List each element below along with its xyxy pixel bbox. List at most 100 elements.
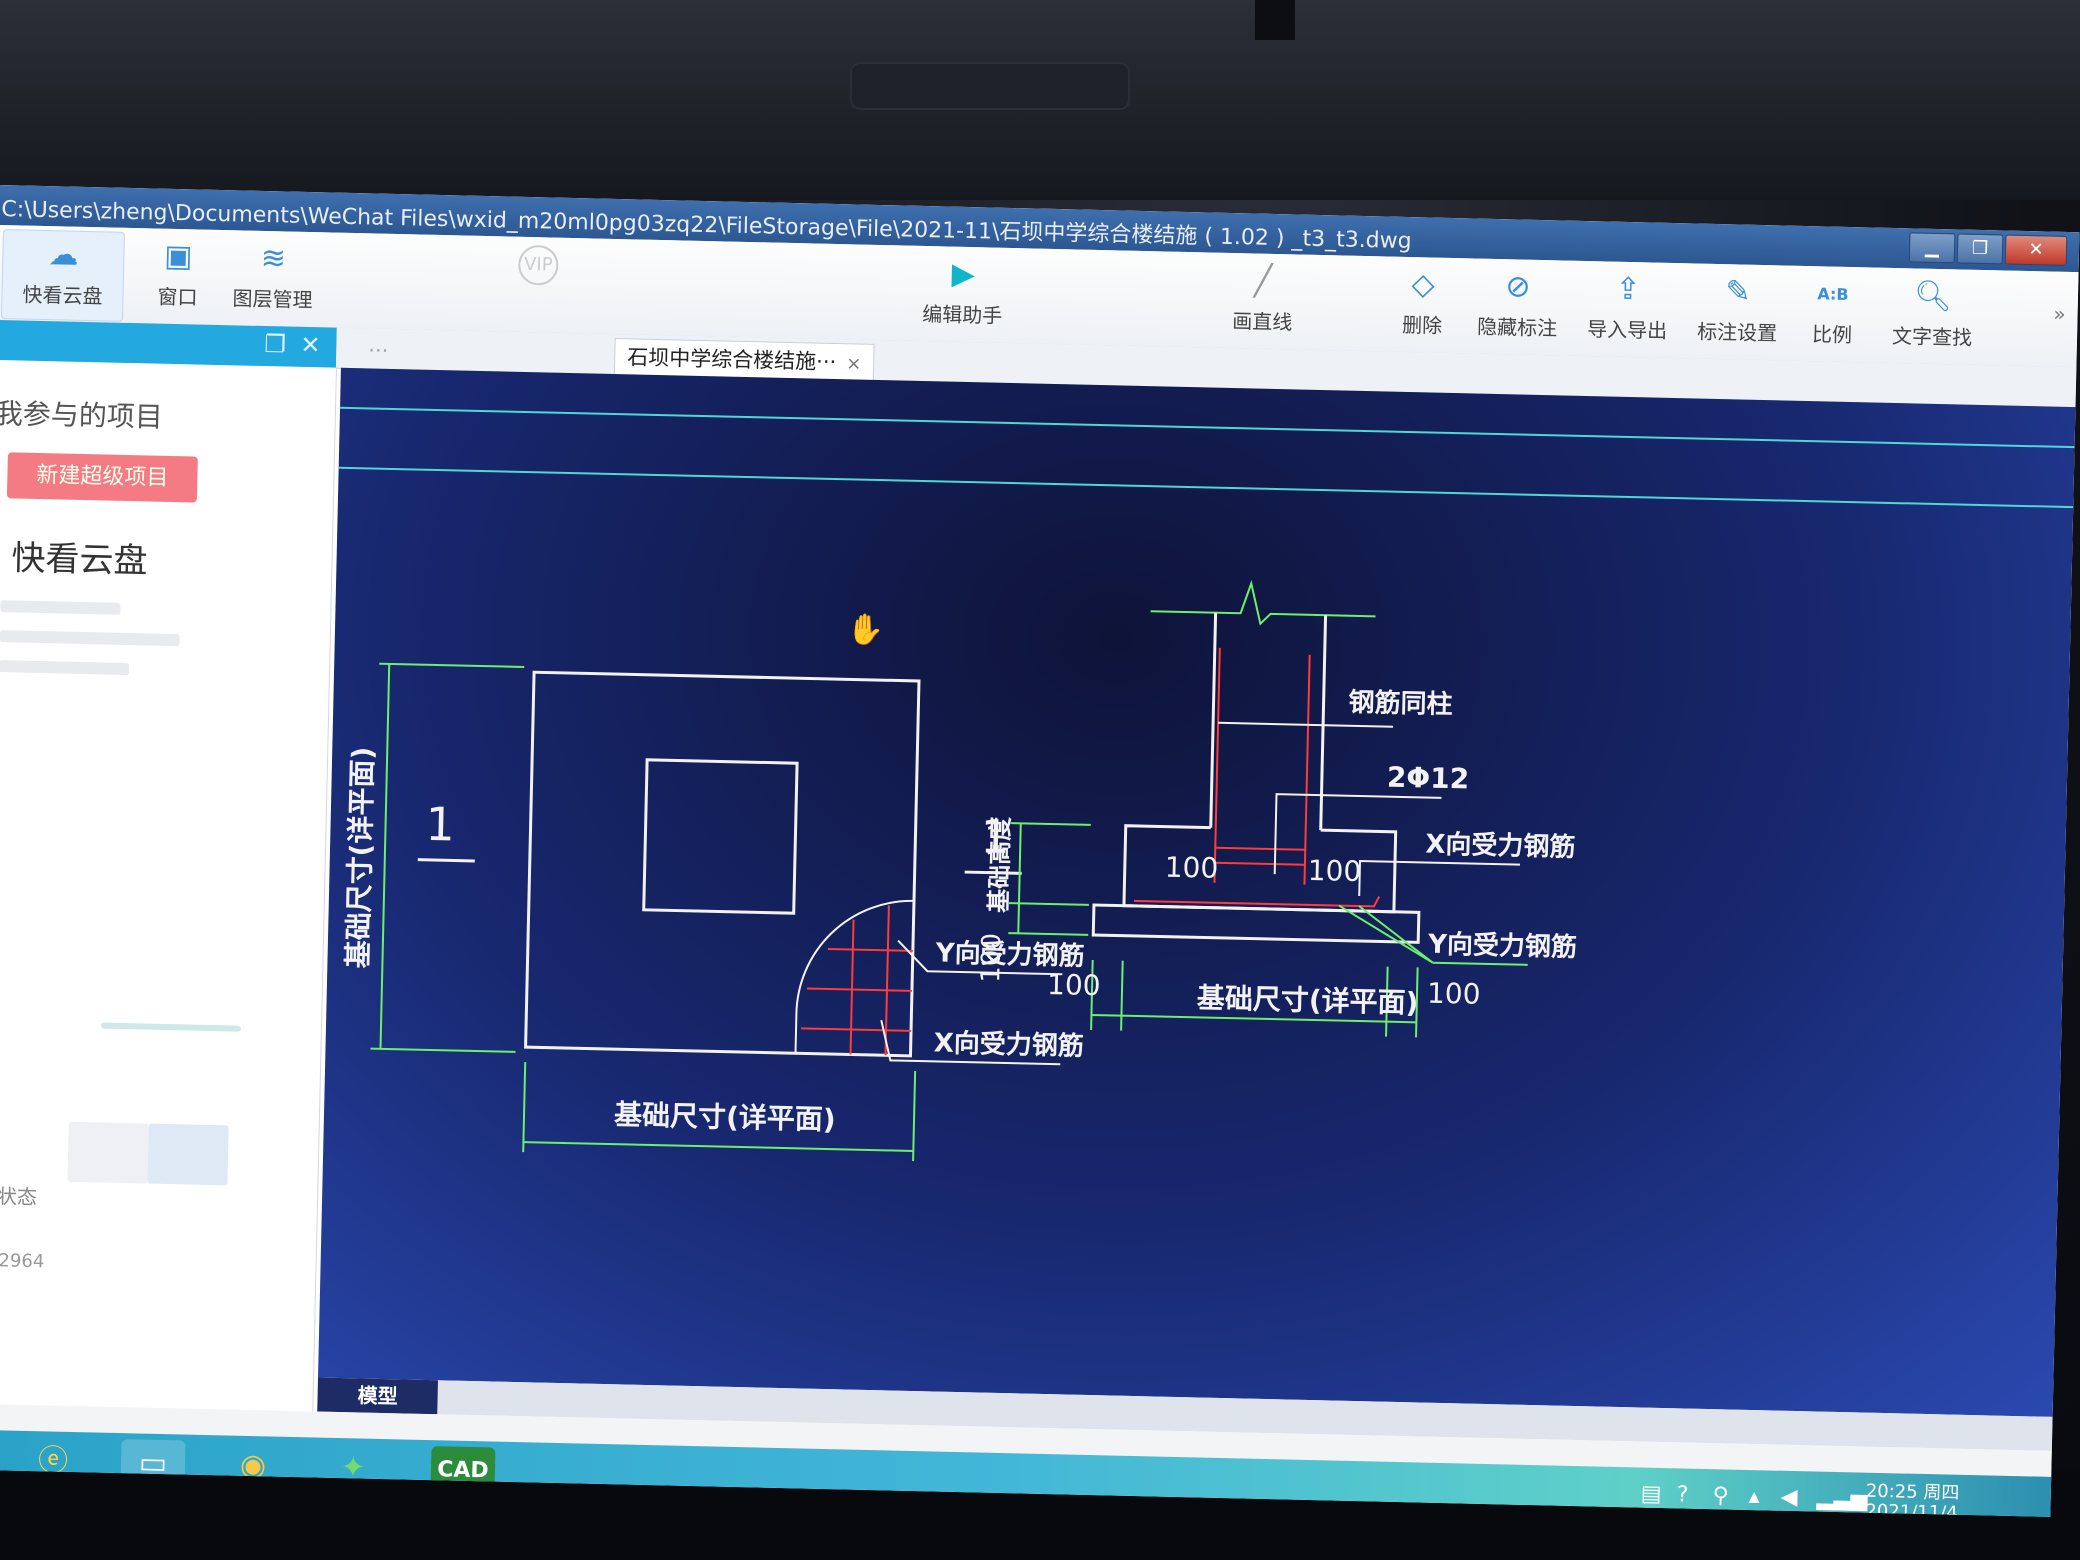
placeholder-line	[0, 630, 180, 647]
cloud-drive-title: 快看云盘	[11, 538, 148, 582]
column-outline	[642, 758, 799, 915]
signal-icon[interactable]: ▂▃▅	[1816, 1486, 1867, 1512]
extension-line	[1120, 960, 1124, 1031]
rebar-line	[827, 947, 913, 952]
my-projects-label: 我参与的项目	[0, 396, 164, 434]
hide-annotation-button[interactable]: ⊘ 隐藏标注	[1462, 262, 1574, 352]
hand-cursor-icon: ✋	[847, 611, 885, 648]
left-sidebar: ❐ ✕ 我参与的项目 新建超级项目 快看云盘 启状态 202964	[0, 319, 338, 1448]
grid-line	[338, 466, 2074, 509]
rebar-2phi12-label: 2Φ12	[1387, 761, 1470, 796]
tab-close-icon[interactable]: ×	[846, 353, 862, 374]
extension-line	[912, 1070, 917, 1161]
section-mark-left: 1	[425, 797, 455, 852]
cad-drawing: 1 1 Y向受力钢筋 X向受力钢筋 基础尺寸(详平面) 基础尺寸(详平面) 钢筋…	[338, 406, 2075, 1161]
network-icon[interactable]: ⚲	[1712, 1483, 1729, 1508]
cad-canvas[interactable]: 1 1 Y向受力钢筋 X向受力钢筋 基础尺寸(详平面) 基础尺寸(详平面) 钢筋…	[318, 367, 2076, 1417]
monitor-stand	[1255, 0, 1295, 40]
column-edge	[1209, 612, 1218, 828]
rebar-line	[884, 905, 890, 1056]
screen: C:\Users\zheng\Documents\WeChat Files\wx…	[0, 185, 2080, 1517]
leader-line	[1358, 905, 1434, 964]
hide-annotation-icon: ⊘	[1505, 269, 1532, 305]
ribbon-more-button[interactable]: »	[2053, 302, 2066, 326]
plan-dimension-label: 基础尺寸(详平面)	[614, 1098, 836, 1136]
scale-icon: A:B	[1817, 284, 1849, 304]
layer-manager-button[interactable]: ≋ 图层管理	[217, 234, 329, 324]
leader-line	[1218, 721, 1394, 728]
monitor-bezel-top	[0, 0, 2080, 200]
help-icon[interactable]: ?	[1676, 1482, 1688, 1507]
tab-model[interactable]: 模型	[317, 1377, 438, 1415]
import-export-button[interactable]: ⇪ 导入导出	[1572, 265, 1684, 355]
tray-expand-icon[interactable]: ▴	[1748, 1484, 1760, 1509]
text-search-icon: 🔍︎	[1913, 278, 1953, 315]
leader-line	[1432, 961, 1528, 966]
section-mark-line	[417, 858, 475, 863]
sidebar-float-icon[interactable]: ❐	[264, 330, 286, 358]
foundation-plan	[370, 662, 1063, 1161]
edit-assistant-button[interactable]: ▶ 编辑助手	[907, 250, 1019, 340]
webcam	[850, 62, 1130, 110]
dimension-line	[1017, 823, 1022, 934]
annotation-settings-button[interactable]: ✎ 标注设置	[1682, 267, 1794, 357]
minimize-button[interactable]: ▁	[1908, 232, 1956, 264]
footing-height-label: 基础高度	[985, 816, 1015, 914]
bottom-rebar	[1134, 896, 1381, 908]
sidebar-header: ❐ ✕	[0, 319, 337, 368]
volume-icon[interactable]: ◀	[1780, 1485, 1797, 1510]
new-super-project-button[interactable]: 新建超级项目	[6, 452, 198, 503]
tray-folder-icon[interactable]: ▤	[1640, 1482, 1661, 1507]
stirrup	[1215, 846, 1306, 851]
vip-icon: VIP	[517, 244, 559, 286]
rebar-line	[806, 987, 912, 992]
edit-assistant-icon: ▶	[951, 256, 976, 293]
file-thumbnail[interactable]	[147, 1123, 229, 1186]
extension-line	[1010, 822, 1091, 826]
stirrup	[1214, 861, 1305, 866]
sidebar-close-icon[interactable]: ✕	[300, 331, 321, 359]
import-export-icon: ⇪	[1615, 271, 1642, 308]
extension-line	[522, 1062, 527, 1153]
extension-line	[379, 662, 525, 669]
document-tab-label: 石坝中学综合楼结施···	[626, 345, 837, 375]
dimension-line	[379, 663, 391, 1049]
text-search-button[interactable]: 🔍︎ 文字查找	[1877, 272, 1989, 362]
offset-100-left: 100	[1047, 968, 1101, 1002]
base-thickness-100: 100	[976, 933, 1007, 983]
cover-100-left: 100	[1164, 851, 1218, 885]
extension-line	[1008, 932, 1089, 936]
column-edge	[1319, 615, 1328, 831]
section-dimension-label: 基础尺寸(详平面)	[1196, 981, 1418, 1019]
placeholder-line	[0, 600, 121, 615]
section-x-rebar-label: X向受力钢筋	[1425, 829, 1576, 863]
vip-button[interactable]: VIP	[487, 240, 589, 330]
layers-icon: ≋	[260, 240, 287, 277]
file-thumbnail[interactable]	[67, 1121, 149, 1184]
plan-dimension-vertical-label: 基础尺寸(详平面)	[341, 746, 379, 968]
leader-line	[1358, 860, 1520, 897]
restore-button[interactable]: ❐	[1956, 233, 2004, 265]
plan-y-rebar-label: Y向受力钢筋	[934, 937, 1084, 971]
close-button[interactable]: ✕	[2004, 234, 2068, 266]
window-button[interactable]: ▣ 窗口	[127, 232, 229, 322]
rebar-cutaway	[794, 899, 916, 1057]
scale-button[interactable]: A:B 比例	[1792, 270, 1874, 360]
cloud-drive-button[interactable]: ☁ 快看云盘	[0, 229, 125, 322]
document-tab-inactive[interactable]: ···	[356, 332, 401, 369]
rebar-line	[849, 919, 855, 1055]
cover-100-right: 100	[1307, 854, 1361, 888]
section-y-rebar-label: Y向受力钢筋	[1427, 929, 1577, 963]
footing-outline	[524, 670, 921, 1058]
eraser-icon: ◇	[1411, 267, 1436, 303]
rebar-line	[801, 1027, 912, 1032]
sidebar-id-label: 202964	[0, 1249, 45, 1273]
placeholder-line	[100, 1022, 241, 1032]
sidebar-status-label: 启状态	[0, 1183, 38, 1210]
delete-button[interactable]: ◇ 删除	[1372, 260, 1474, 350]
draw-line-button[interactable]: ╱ 画直线	[1212, 257, 1314, 347]
line-icon: ╱	[1253, 263, 1273, 299]
column-rebar-label: 钢筋同柱	[1348, 687, 1453, 720]
extension-line	[370, 1047, 516, 1053]
placeholder-line	[0, 660, 130, 676]
